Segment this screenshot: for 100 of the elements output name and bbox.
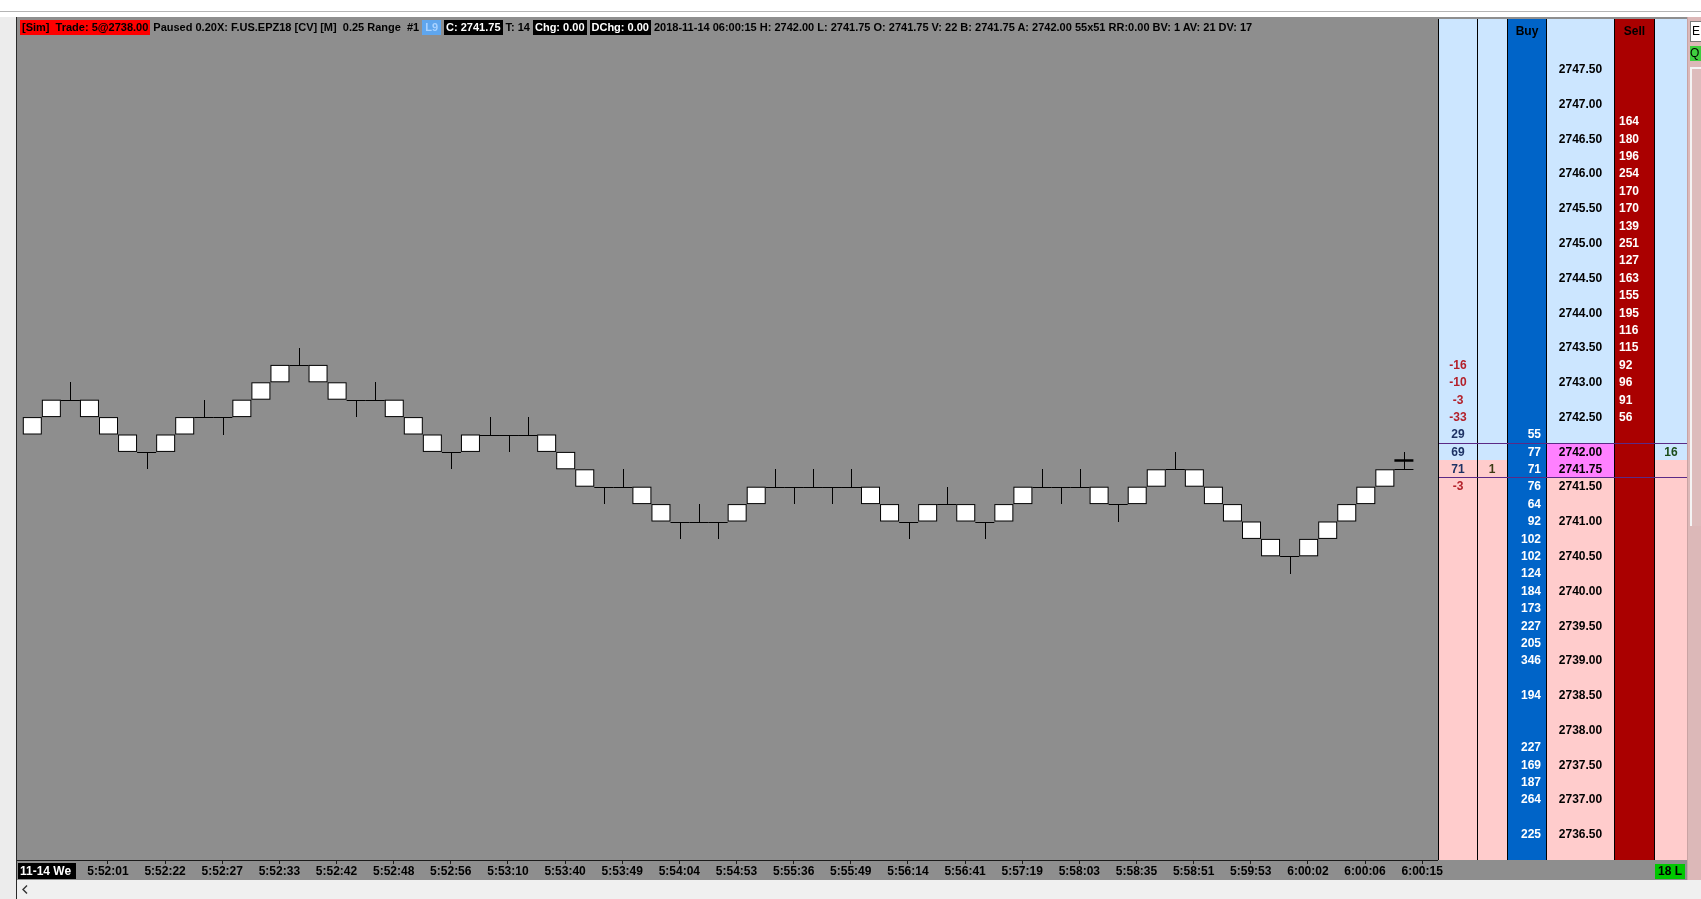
ask-size: 164 — [1619, 115, 1640, 128]
time-label: 5:55:36 — [772, 864, 815, 878]
time-label: 5:53:10 — [487, 864, 529, 878]
price-level: 2740.50 — [1558, 550, 1603, 562]
bid-size: 184 — [1520, 584, 1541, 597]
bid-size: 205 — [1520, 636, 1541, 649]
time-label: 5:52:56 — [430, 864, 472, 878]
delta-value: -3 — [1452, 393, 1464, 406]
price-level: 2738.00 — [1558, 723, 1603, 736]
delta-value: -10 — [1449, 376, 1467, 389]
price-level: 2741.00 — [1558, 515, 1603, 528]
time-label: 5:52:01 — [87, 864, 129, 878]
delta-value: -16 — [1449, 358, 1467, 371]
time-label: 5:58:51 — [1172, 864, 1215, 878]
ask-size: 254 — [1619, 167, 1640, 180]
time-label: 5:54:04 — [658, 864, 701, 878]
bid-size: 102 — [1520, 550, 1541, 562]
ask-size: 195 — [1619, 306, 1640, 319]
price-level: 2740.00 — [1558, 584, 1603, 597]
price-level: 2742.00 — [1558, 445, 1603, 458]
price-level: 2746.00 — [1558, 167, 1603, 180]
time-label: 5:53:49 — [601, 864, 643, 878]
input-field[interactable]: E — [1690, 21, 1701, 42]
ask-size: 116 — [1619, 323, 1639, 336]
ask-size: 196 — [1619, 150, 1640, 163]
ask-size: 127 — [1619, 254, 1640, 267]
price-level: 2737.00 — [1558, 793, 1603, 806]
price-level: 2743.00 — [1558, 376, 1603, 389]
ask-size: 91 — [1619, 393, 1633, 406]
ask-size: 92 — [1619, 358, 1633, 371]
time-label: 6:00:15 — [1401, 864, 1443, 878]
status-tag: 18 L — [1655, 864, 1685, 879]
price-level: 2747.50 — [1558, 63, 1603, 76]
time-label: 5:59:53 — [1230, 864, 1272, 878]
time-label: 6:00:02 — [1287, 864, 1329, 878]
ladder-value: 16 — [1664, 445, 1678, 458]
delta-value: -33 — [1449, 410, 1467, 423]
price-level: 2744.00 — [1558, 306, 1603, 319]
chart-info-text: 2018-11-14 06:00:15 H: 2742.00 L: 2741.75 O: 2741.75 V: 22 B: 2741.75 A: 2742.00 55x51 RR:0.00 BV: 1 AV: 21 DV: 17 — [653, 20, 1253, 35]
value-tag: C: 2741.75 — [444, 20, 503, 35]
level-tag: L9 — [422, 20, 442, 35]
time-label: 5:54:53 — [715, 864, 758, 878]
scroll-left-icon[interactable] — [22, 885, 28, 894]
time-label: 5:58:35 — [1115, 864, 1158, 878]
ask-size: 251 — [1619, 237, 1640, 249]
ask-size: 170 — [1619, 184, 1640, 197]
delta-value: 69 — [1451, 445, 1465, 458]
price-level: 2744.50 — [1558, 271, 1603, 284]
bid-size: 225 — [1520, 828, 1541, 841]
time-label: 5:52:48 — [372, 864, 415, 878]
bid-size: 76 — [1527, 480, 1541, 493]
value-tag: Chg: 0.00 — [533, 20, 587, 35]
chart-info-text: T: 14 — [505, 20, 530, 35]
price-level: 2745.00 — [1558, 237, 1603, 249]
bid-size: 71 — [1527, 463, 1541, 476]
price-level: 2741.75 — [1558, 463, 1603, 476]
bid-size: 346 — [1520, 654, 1541, 667]
bid-size: 187 — [1520, 776, 1541, 789]
time-label: 5:52:22 — [144, 864, 186, 878]
time-label: 5:52:27 — [201, 864, 243, 878]
ask-size: 115 — [1619, 341, 1639, 354]
bid-size: 77 — [1527, 445, 1541, 458]
trade-status-tag: [Sim] Trade: 5@2738.00 — [20, 20, 151, 35]
bid-size: 64 — [1527, 497, 1541, 510]
time-label: 5:55:49 — [830, 864, 872, 878]
time-label: 5:52:42 — [315, 864, 358, 878]
price-level: 2745.50 — [1558, 202, 1603, 215]
price-level: 2736.50 — [1558, 828, 1603, 841]
time-label: 5:57:19 — [1001, 864, 1043, 878]
column-header: Buy — [1515, 25, 1539, 37]
column-header: Sell — [1623, 25, 1646, 37]
bid-size: 124 — [1520, 567, 1541, 580]
ask-size: 96 — [1619, 376, 1633, 389]
status-tag: Q — [1690, 46, 1701, 61]
time-label: 6:00:06 — [1344, 864, 1386, 878]
price-level: 2742.50 — [1558, 410, 1603, 423]
ask-size: 163 — [1619, 271, 1640, 284]
bid-size: 227 — [1520, 619, 1541, 632]
time-label: 5:52:33 — [258, 864, 301, 878]
value-tag: DChg: 0.00 — [589, 20, 651, 35]
delta-value: 29 — [1451, 428, 1465, 441]
price-level: 2743.50 — [1558, 341, 1603, 354]
ask-size: 139 — [1619, 219, 1640, 232]
delta-value: 71 — [1451, 463, 1465, 476]
price-level: 2747.00 — [1558, 97, 1603, 110]
price-level: 2739.50 — [1558, 619, 1603, 632]
bid-size: 264 — [1520, 793, 1541, 806]
ask-size: 56 — [1619, 410, 1633, 423]
bid-size: 227 — [1520, 741, 1541, 754]
price-level: 2739.00 — [1558, 654, 1603, 667]
time-label: 5:56:14 — [887, 864, 929, 878]
time-label: 5:56:41 — [944, 864, 986, 878]
time-label: 5:53:40 — [544, 864, 586, 878]
ask-size: 180 — [1619, 132, 1640, 145]
price-level: 2741.50 — [1558, 480, 1603, 493]
bid-size: 173 — [1520, 602, 1541, 615]
price-level: 2746.50 — [1558, 132, 1603, 145]
chart-info-text: Paused 0.20X: F.US.EPZ18 [CV] [M] 0.25 Range #1 — [153, 20, 420, 35]
price-level: 2738.50 — [1558, 689, 1603, 702]
bid-size: 92 — [1527, 515, 1541, 528]
